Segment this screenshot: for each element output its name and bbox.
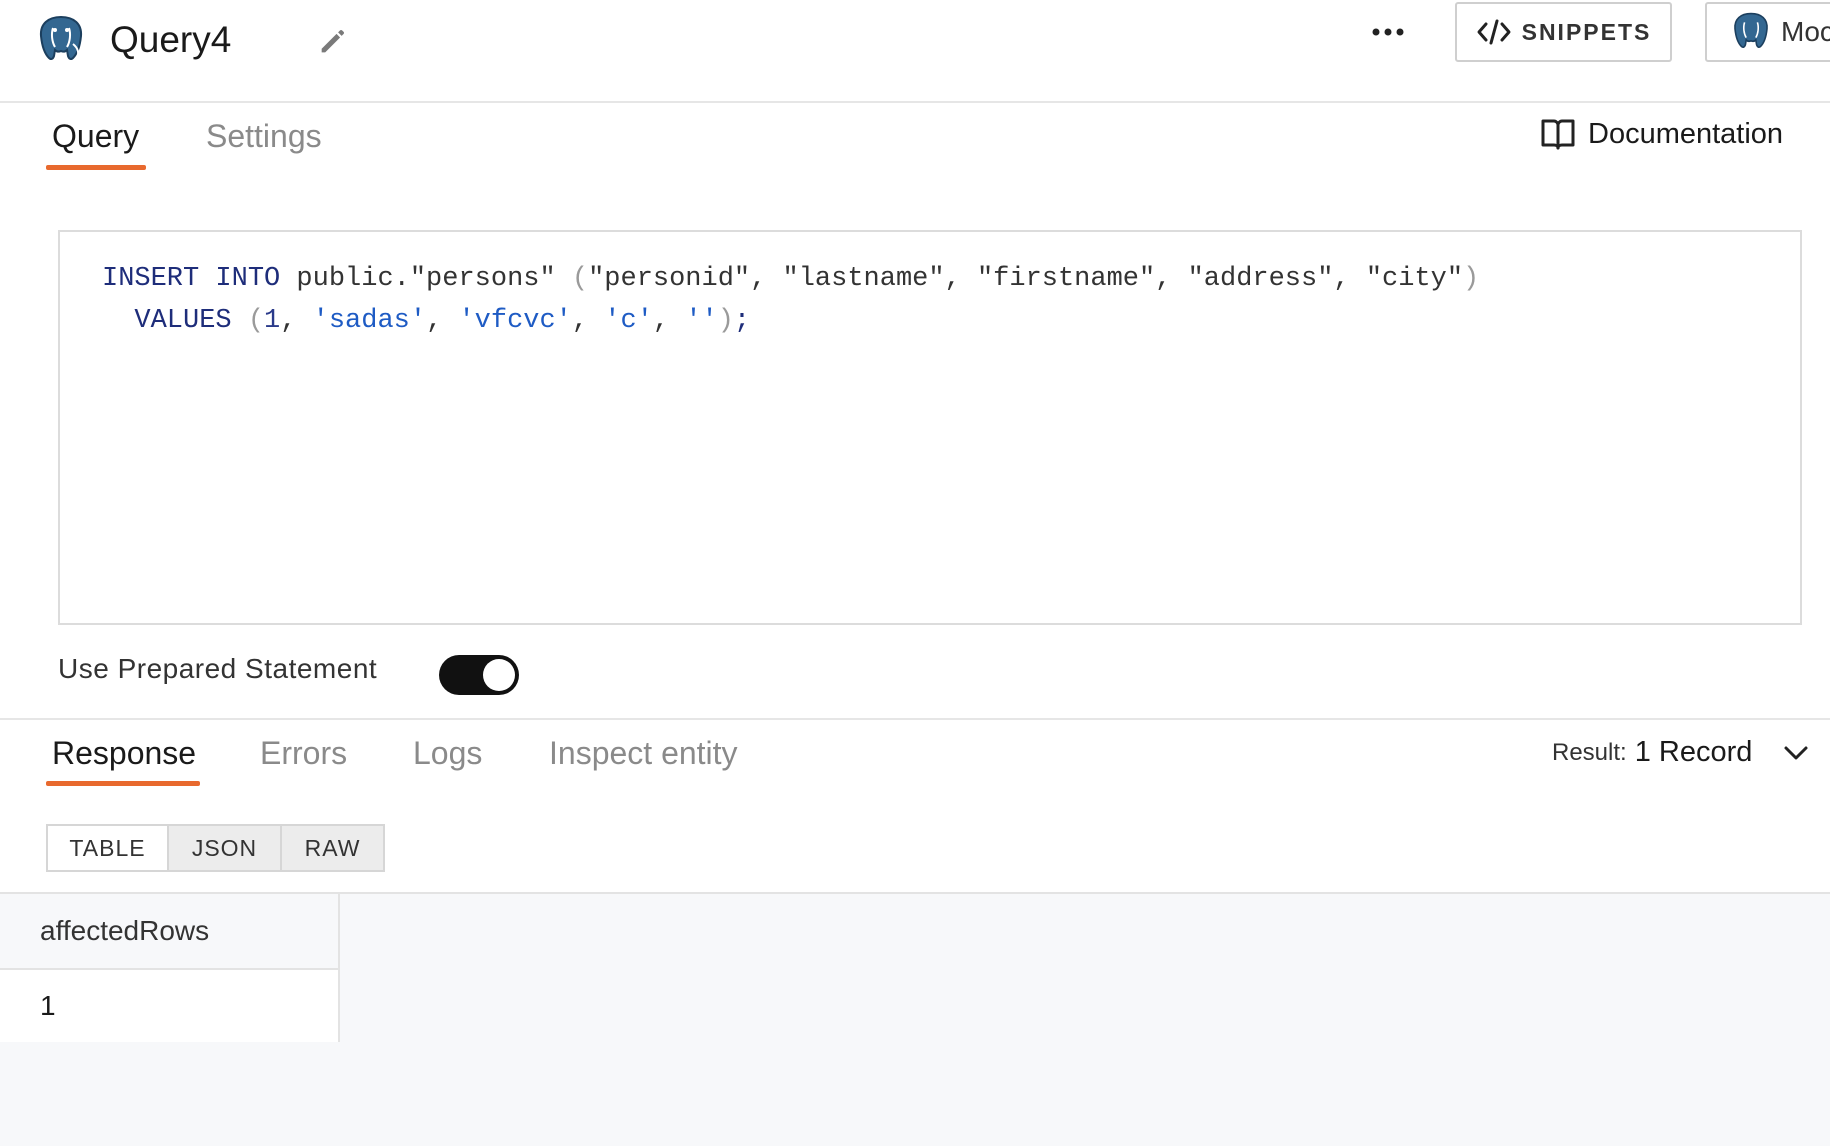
tab-settings[interactable]: Settings — [206, 115, 322, 157]
datasource-button[interactable]: Moc — [1705, 2, 1830, 62]
result-count: 1 Record — [1634, 736, 1753, 768]
pencil-icon[interactable] — [316, 24, 350, 58]
query-editor[interactable]: INSERT INTO public."persons" ("personid"… — [58, 230, 1802, 625]
sql-string: 'c' — [604, 306, 653, 336]
format-toggle-group: TABLE JSON RAW — [46, 824, 385, 872]
results-table: affectedRows 1 — [0, 894, 340, 1042]
sql-separator: , — [280, 306, 313, 336]
sql-indent — [102, 306, 134, 336]
sql-separator: , — [426, 306, 459, 336]
tab-response[interactable]: Response — [52, 732, 196, 774]
sql-paren: ) — [1463, 264, 1480, 294]
editor-line-1: INSERT INTO public."persons" ("personid"… — [102, 258, 1800, 300]
section-divider — [0, 718, 1830, 720]
code-icon — [1477, 19, 1511, 45]
tab-active-indicator — [46, 781, 200, 786]
editor-line-2: VALUES (1, 'sadas', 'vfcvc', 'c', ''); — [102, 300, 1800, 342]
sql-string: 'sadas' — [312, 306, 427, 336]
sql-columns: "personid", "lastname", "firstname", "ad… — [588, 264, 1464, 294]
query-header: Query4 SNIPPETS Moc — [0, 0, 1830, 103]
sql-paren: ( — [571, 264, 589, 294]
prepared-statement-label: Use Prepared Statement — [58, 653, 378, 684]
book-icon — [1541, 119, 1575, 150]
documentation-link[interactable]: Documentation — [1540, 117, 1783, 151]
tab-errors[interactable]: Errors — [260, 732, 347, 774]
prepared-statement-toggle[interactable] — [439, 655, 519, 695]
sql-keyword: INSERT INTO — [102, 264, 281, 294]
chevron-down-icon[interactable] — [1782, 743, 1810, 763]
query-tabs: Query Settings Documentation — [0, 105, 1830, 175]
format-json-button[interactable]: JSON — [169, 824, 282, 872]
sql-string: '' — [685, 306, 718, 336]
postgres-logo-icon — [1734, 12, 1768, 49]
tab-query[interactable]: Query — [52, 115, 139, 157]
sql-table: public."persons" — [280, 264, 572, 294]
sql-number: 1 — [264, 306, 281, 336]
result-summary: Result: 1 Record — [1552, 736, 1810, 769]
sql-paren: ) — [717, 306, 734, 336]
sql-terminator: ; — [733, 306, 751, 336]
datasource-label: Moc — [1781, 16, 1830, 47]
sql-separator: , — [652, 306, 686, 336]
result-prefix: Result: — [1552, 738, 1627, 766]
sql-paren: ( — [247, 306, 265, 336]
sql-separator: , — [571, 306, 605, 336]
tab-logs[interactable]: Logs — [413, 732, 482, 774]
sql-keyword: VALUES — [134, 306, 232, 336]
table-header-cell[interactable]: affectedRows — [0, 894, 338, 970]
snippets-button[interactable]: SNIPPETS — [1455, 2, 1672, 62]
query-title[interactable]: Query4 — [110, 18, 231, 62]
documentation-label: Documentation — [1588, 117, 1784, 150]
format-table-button[interactable]: TABLE — [46, 824, 169, 872]
sql-string: 'vfcvc' — [458, 306, 572, 336]
tab-inspect-entity[interactable]: Inspect entity — [549, 732, 738, 774]
tab-active-indicator — [46, 165, 146, 170]
toggle-knob — [483, 659, 515, 691]
more-options-icon[interactable] — [1368, 22, 1408, 42]
results-panel: affectedRows 1 — [0, 892, 1830, 1146]
table-cell[interactable]: 1 — [0, 970, 338, 1042]
snippets-label: SNIPPETS — [1521, 18, 1652, 45]
postgres-logo-icon — [39, 15, 83, 61]
format-raw-button[interactable]: RAW — [282, 824, 385, 872]
